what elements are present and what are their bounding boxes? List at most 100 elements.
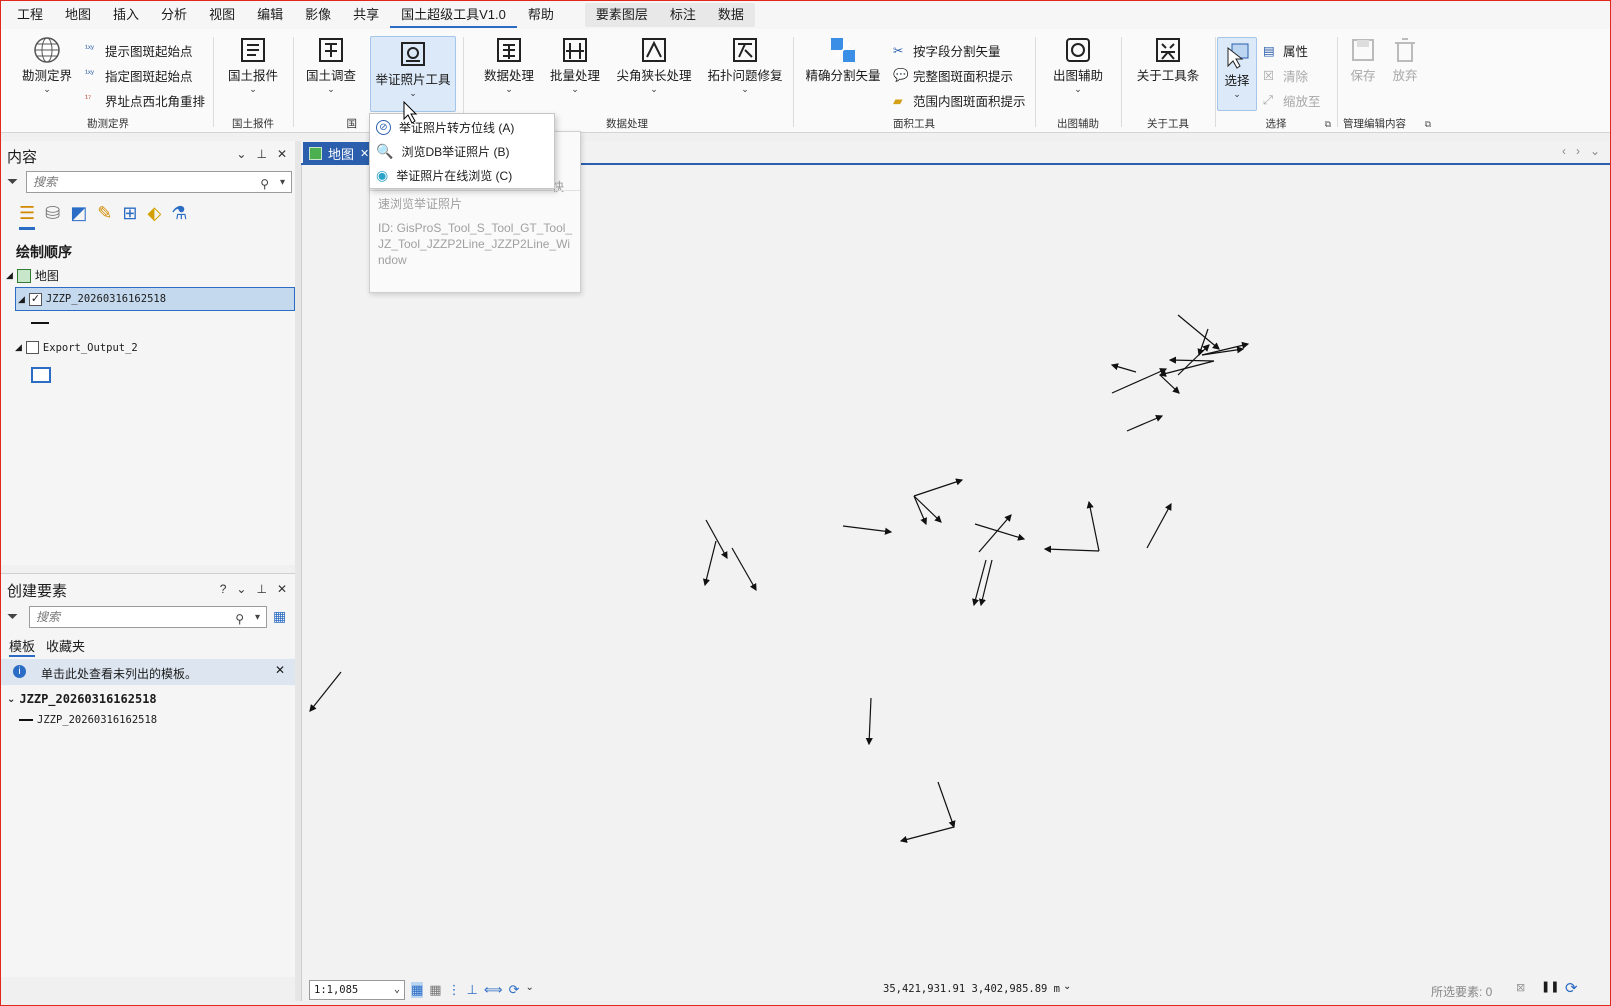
search-icon[interactable]: ⚲: [235, 609, 244, 629]
help-icon[interactable]: ?: [220, 582, 227, 596]
chart-icon[interactable]: ⚗: [171, 203, 187, 230]
discard-edits-button[interactable]: 放弃: [1387, 35, 1423, 84]
layer-visibility-checkbox[interactable]: ✓: [28, 292, 42, 306]
pin-icon[interactable]: ⊥: [256, 147, 266, 161]
expand-icon[interactable]: ◢: [18, 294, 25, 305]
snapping-icon[interactable]: ⊞: [122, 203, 137, 230]
survey-boundary-button[interactable]: 勘测定界 ⌄: [17, 35, 77, 94]
survey-glyph-icon: [319, 38, 343, 62]
selection-icon[interactable]: ◩: [70, 203, 87, 230]
menu-data[interactable]: 数据: [707, 2, 755, 28]
sharp-angle-button[interactable]: 尖角狭长处理 ⌄: [611, 35, 697, 94]
refresh-shape-icon[interactable]: ⟳: [509, 982, 520, 998]
chevron-left-icon[interactable]: ‹: [1562, 144, 1566, 158]
full-area-hint-button[interactable]: 💬 完整图斑面积提示: [893, 66, 1013, 85]
chevron-right-icon[interactable]: ›: [1576, 144, 1580, 158]
info-bar[interactable]: i 单击此处查看未列出的模板。 ✕: [1, 659, 295, 685]
reorder-nw-button[interactable]: ¹⁷ 界址点西北角重排: [85, 91, 205, 110]
menu-land-tools[interactable]: 国土超级工具V1.0: [390, 2, 517, 28]
zoom-to-button[interactable]: ⤢ 缩放至: [1263, 91, 1321, 110]
menu-project[interactable]: 工程: [1, 2, 54, 28]
close-icon[interactable]: ✕: [275, 663, 285, 677]
layer-visibility-checkbox[interactable]: [25, 341, 39, 354]
range-area-hint-button[interactable]: ▰ 范围内图斑面积提示: [893, 91, 1026, 110]
menu-analysis[interactable]: 分析: [150, 2, 198, 28]
attributes-button[interactable]: ▤ 属性: [1263, 41, 1308, 60]
split-by-field-button[interactable]: ✂ 按字段分割矢量: [893, 41, 1001, 60]
mapping-aid-button[interactable]: 出图辅助 ⌄: [1047, 35, 1109, 94]
menu-feature-layer[interactable]: 要素图层: [585, 2, 659, 28]
close-icon[interactable]: ✕: [277, 582, 287, 596]
expand-icon[interactable]: ◢: [6, 270, 13, 281]
menu-map[interactable]: 地图: [54, 2, 102, 28]
menu-view[interactable]: 视图: [198, 2, 246, 28]
chevron-down-icon[interactable]: ⌄: [525, 982, 533, 998]
menu-insert[interactable]: 插入: [102, 2, 150, 28]
search-icon[interactable]: ⚲: [260, 174, 269, 194]
menu-help[interactable]: 帮助: [517, 2, 565, 28]
menu-imagery[interactable]: 影像: [294, 2, 342, 28]
about-toolbar-button[interactable]: 关于工具条: [1131, 35, 1205, 84]
tab-map[interactable]: 地图 ✕: [303, 142, 375, 164]
menu-labeling[interactable]: 标注: [659, 2, 707, 28]
tab-templates[interactable]: 模板: [9, 636, 36, 657]
filter-table-icon[interactable]: ⊠: [1516, 981, 1525, 994]
select-button[interactable]: 选择 ⌄: [1217, 37, 1257, 111]
labeling-icon[interactable]: ⬖: [147, 203, 161, 230]
filter-icon[interactable]: ⏷: [7, 608, 18, 625]
batch-processing-button[interactable]: 批量处理 ⌄: [545, 35, 605, 94]
grid-icon[interactable]: ▦: [429, 982, 441, 998]
topology-fix-button[interactable]: 拓扑问题修复 ⌄: [703, 35, 787, 94]
template-manage-icon[interactable]: ▦: [273, 608, 286, 625]
scissors-icon: ✂: [893, 43, 904, 58]
template-item[interactable]: JZZP_20260316162518: [19, 714, 157, 726]
draw-order-icon[interactable]: ☰: [19, 203, 36, 230]
snapping-icon[interactable]: ⋮: [448, 982, 461, 998]
tree-map-node[interactable]: ◢ 地图: [6, 267, 59, 284]
chevron-down-icon[interactable]: ⌄: [236, 582, 246, 596]
expand-icon[interactable]: ◢: [15, 342, 22, 353]
chevron-down-icon[interactable]: ⌄: [394, 981, 400, 999]
clear-selection-button[interactable]: ☒ 清除: [1263, 66, 1308, 85]
scale-selector[interactable]: 1:1,085 ⌄: [309, 980, 405, 1000]
pin-icon[interactable]: ⊥: [256, 582, 266, 596]
refresh-icon[interactable]: ⟳: [1565, 979, 1578, 997]
precise-split-button[interactable]: 精确分割矢量: [803, 35, 883, 84]
menu-share[interactable]: 共享: [342, 2, 390, 28]
hint-start-point-button[interactable]: ¹ˣʸ 提示图斑起始点: [85, 41, 193, 60]
about-glyph-icon: [1156, 38, 1180, 62]
close-icon[interactable]: ✕: [277, 147, 287, 161]
chevron-down-icon[interactable]: ⌄: [7, 694, 15, 705]
chevron-down-icon[interactable]: ▾: [255, 608, 260, 628]
editing-pencil-icon[interactable]: ✎: [97, 203, 112, 230]
set-start-point-button[interactable]: ¹ˣʸ 指定图斑起始点: [85, 66, 193, 85]
chevron-down-icon[interactable]: ⌄: [236, 147, 246, 161]
layer-row-jzzp[interactable]: ◢ ✓ JZZP_20260316162518: [15, 287, 295, 311]
data-source-icon[interactable]: ⛁: [45, 203, 60, 230]
close-icon[interactable]: ✕: [360, 147, 369, 160]
dialog-launcher-icon[interactable]: ⧉: [1425, 119, 1431, 130]
chevron-down-icon[interactable]: ▾: [280, 173, 285, 193]
template-group[interactable]: ⌄ JZZP_20260316162518: [7, 692, 157, 706]
menu-online-browse[interactable]: ◉ 举证照片在线浏览 (C): [376, 164, 550, 186]
filter-icon[interactable]: ⏷: [7, 173, 18, 190]
divider: [213, 37, 214, 127]
constraint-icon[interactable]: ⊥: [467, 982, 478, 998]
chevron-down-icon[interactable]: ⌄: [1063, 981, 1071, 992]
chevron-down-icon[interactable]: ⌄: [1590, 144, 1600, 158]
menu-browse-db-photos[interactable]: 🔍 浏览DB举证照片 (B): [376, 140, 550, 162]
save-edits-button[interactable]: 保存: [1345, 35, 1381, 84]
correction-icon[interactable]: ⟺: [484, 982, 503, 998]
data-processing-button[interactable]: 数据处理 ⌄: [479, 35, 539, 94]
tab-favorites[interactable]: 收藏夹: [46, 636, 85, 655]
layer-row-export[interactable]: ◢ Export_Output_2: [15, 341, 138, 354]
menu-edit[interactable]: 编辑: [246, 2, 294, 28]
land-investigation-button[interactable]: 国土调查 ⌄: [301, 35, 361, 94]
land-report-button[interactable]: 国土报件 ⌄: [225, 35, 281, 94]
dialog-launcher-icon[interactable]: ⧉: [1325, 119, 1331, 130]
create-features-pane: 创建要素 ? ⌄ ⊥ ✕ ⏷ 搜索 ⚲ ▾ ▦ 模板 收藏夹 i 单击此处查看未…: [1, 573, 295, 977]
pause-icon[interactable]: ❚❚: [1541, 980, 1559, 993]
fixed-zoom-icon[interactable]: ▦: [411, 982, 424, 998]
contents-search-input[interactable]: 搜索 ⚲ ▾: [26, 171, 292, 193]
templates-search-input[interactable]: 搜索 ⚲ ▾: [29, 606, 267, 628]
